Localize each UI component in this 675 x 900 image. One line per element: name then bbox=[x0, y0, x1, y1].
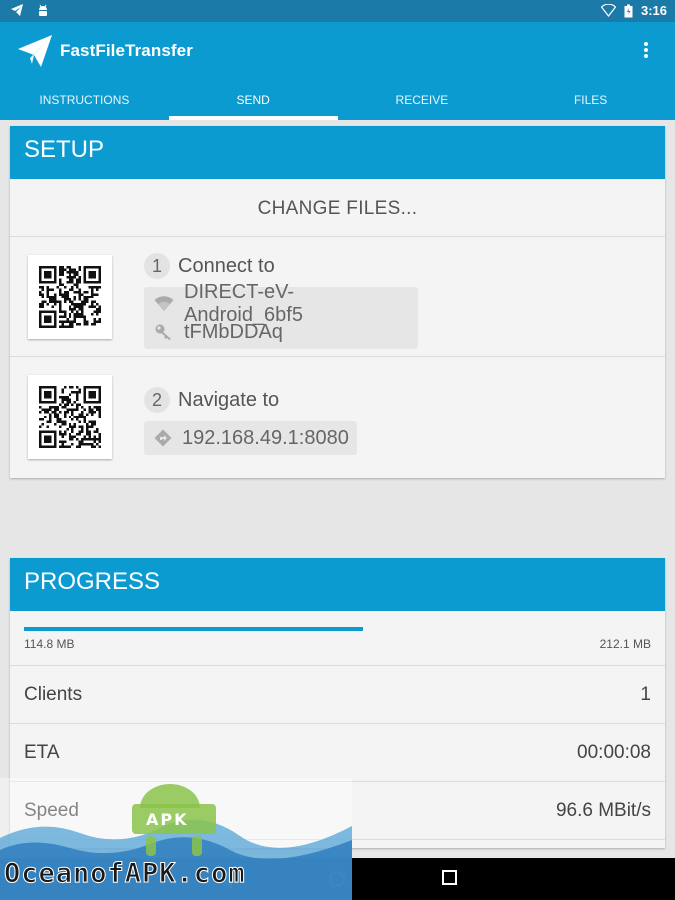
progress-card: PROGRESS 114.8 MB 212.1 MB Clients 1 ETA… bbox=[10, 558, 665, 848]
wifi-qr-code bbox=[28, 255, 112, 339]
status-bar: 3:16 bbox=[0, 0, 675, 22]
url-qr-code bbox=[28, 375, 112, 459]
address-chip: 192.168.49.1:8080 bbox=[144, 421, 357, 455]
progress-bar bbox=[24, 627, 650, 631]
step-label: Connect to bbox=[178, 254, 275, 277]
directions-icon bbox=[154, 429, 172, 447]
clock: 3:16 bbox=[640, 3, 667, 18]
wifi-icon bbox=[600, 4, 616, 17]
stat-label: Clients bbox=[24, 684, 83, 705]
wifi-credentials: DIRECT-eV-Android_6bf5 tFMbDDAq bbox=[144, 281, 418, 349]
wifi-password: tFMbDDAq bbox=[184, 320, 283, 343]
app-title: FastFileTransfer bbox=[60, 41, 193, 60]
connect-step: 1 Connect to DIRECT-eV-Android_6bf5 tFMb… bbox=[10, 237, 665, 357]
stat-label: Speed bbox=[24, 800, 79, 821]
navigate-step: 2 Navigate to 192.168.49.1:8080 bbox=[10, 357, 665, 477]
tab-instructions[interactable]: INSTRUCTIONS bbox=[0, 84, 169, 120]
tab-receive[interactable]: RECEIVE bbox=[338, 84, 507, 120]
transferred-size: 114.8 MB bbox=[24, 637, 75, 651]
tab-bar: INSTRUCTIONS SEND RECEIVE FILES bbox=[0, 84, 675, 120]
battery-icon bbox=[624, 4, 633, 18]
step-label: Navigate to bbox=[178, 388, 280, 411]
step-number: 2 bbox=[144, 387, 170, 413]
transfer-progress: 114.8 MB 212.1 MB bbox=[10, 611, 665, 666]
recents-button[interactable] bbox=[441, 869, 459, 887]
android-notification-icon bbox=[36, 3, 50, 17]
change-files-button[interactable]: CHANGE FILES... bbox=[10, 179, 665, 237]
tab-files[interactable]: FILES bbox=[506, 84, 675, 120]
stat-row-speed: Speed 96.6 MBit/s bbox=[10, 782, 665, 840]
paper-plane-icon bbox=[17, 34, 53, 73]
server-address: 192.168.49.1:8080 bbox=[182, 426, 349, 449]
setup-header: SETUP bbox=[10, 126, 665, 179]
key-icon bbox=[154, 323, 174, 341]
navigation-bar bbox=[0, 858, 675, 900]
telegram-notification-icon bbox=[10, 3, 24, 17]
stat-value: 1 bbox=[640, 684, 651, 705]
progress-header: PROGRESS bbox=[10, 558, 665, 611]
progress-bar-fill bbox=[24, 627, 363, 631]
stat-label: ETA bbox=[24, 742, 60, 763]
stat-row-eta: ETA 00:00:08 bbox=[10, 724, 665, 782]
step-number: 1 bbox=[144, 253, 170, 279]
home-button[interactable] bbox=[327, 869, 347, 889]
app-bar: FastFileTransfer INSTRUCTIONS SEND RECEI… bbox=[0, 22, 675, 120]
stat-row-clients: Clients 1 bbox=[10, 666, 665, 724]
setup-card: SETUP CHANGE FILES... 1 Connect to DIREC… bbox=[10, 126, 665, 478]
stat-value: 96.6 MBit/s bbox=[555, 800, 651, 821]
overflow-menu-icon[interactable] bbox=[639, 40, 653, 64]
total-size: 212.1 MB bbox=[599, 637, 651, 651]
tab-send[interactable]: SEND bbox=[168, 84, 338, 120]
wifi-icon bbox=[154, 296, 174, 312]
stat-value: 00:00:08 bbox=[577, 742, 651, 763]
back-button[interactable] bbox=[216, 869, 236, 889]
